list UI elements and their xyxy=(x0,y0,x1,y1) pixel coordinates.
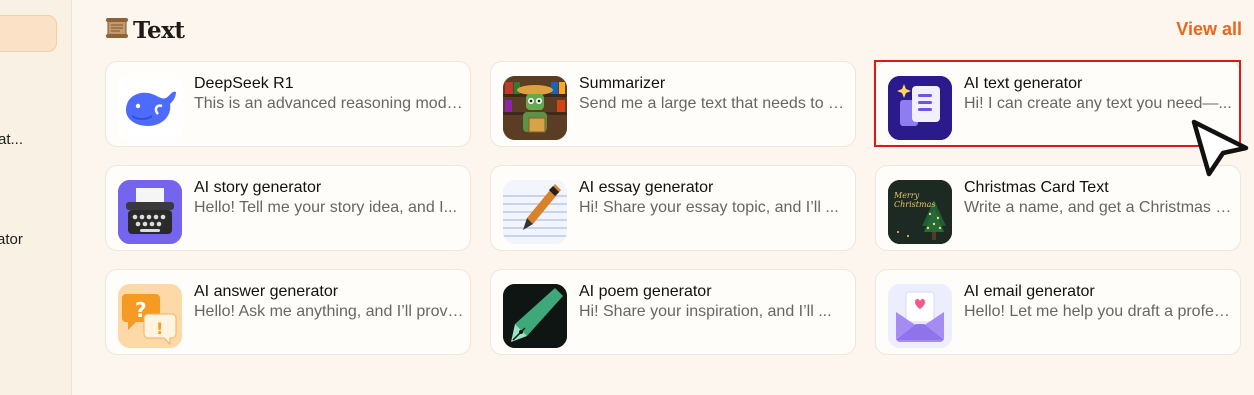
sidebar-item-label[interactable]: at... xyxy=(0,131,23,148)
card-description: Hello! Tell me your story idea, and I... xyxy=(194,199,457,216)
document-sparkle-icon xyxy=(888,76,952,140)
fountain-pen-icon xyxy=(503,284,567,348)
sidebar: at... ator xyxy=(0,0,72,395)
card-description: Hello! Ask me anything, and I’ll provide… xyxy=(194,303,464,320)
christmas-card-thumb-text: Christmas xyxy=(894,200,935,209)
card-title: Christmas Card Text xyxy=(964,179,1109,196)
card-title: AI story generator xyxy=(194,179,322,196)
card-title: AI poem generator xyxy=(579,283,712,300)
christmas-card-icon: Merry Christmas xyxy=(888,180,952,244)
card-title: Summarizer xyxy=(579,75,666,92)
card-description: Hi! Share your essay topic, and I’ll ... xyxy=(579,199,839,216)
sidebar-item-active[interactable] xyxy=(0,15,57,52)
christmas-card-thumb-text: Merry xyxy=(893,191,920,200)
pen-paper-icon xyxy=(503,180,567,244)
view-all-link[interactable]: View all xyxy=(1176,19,1242,40)
card-title: AI email generator xyxy=(964,283,1095,300)
card-title: AI essay generator xyxy=(579,179,714,196)
sidebar-item-label[interactable]: ator xyxy=(0,231,23,248)
scroll-icon xyxy=(105,17,129,44)
card-summarizer[interactable]: Summarizer Send me a large text that nee… xyxy=(490,61,856,147)
card-ai-story-generator[interactable]: AI story generator Hello! Tell me your s… xyxy=(105,165,471,251)
card-description: Hi! Share your inspiration, and I’ll ... xyxy=(579,303,832,320)
card-description: This is an advanced reasoning model... xyxy=(194,95,464,112)
robot-reading-icon xyxy=(503,76,567,140)
envelope-heart-icon xyxy=(888,284,952,348)
typewriter-icon xyxy=(118,180,182,244)
question-bubbles-icon: ? ! xyxy=(118,284,182,348)
card-deepseek-r1[interactable]: DeepSeek R1 This is an advanced reasonin… xyxy=(105,61,471,147)
card-description: Hello! Let me help you draft a professio… xyxy=(964,303,1234,320)
section-title: Text xyxy=(133,16,185,44)
section-header: Text xyxy=(105,15,185,45)
card-ai-poem-generator[interactable]: AI poem generator Hi! Share your inspira… xyxy=(490,269,856,355)
card-description: Write a name, and get a Christmas card t… xyxy=(964,199,1234,216)
deepseek-whale-icon xyxy=(118,76,182,140)
card-ai-essay-generator[interactable]: AI essay generator Hi! Share your essay … xyxy=(490,165,856,251)
card-ai-email-generator[interactable]: AI email generator Hello! Let me help yo… xyxy=(875,269,1241,355)
card-ai-text-generator[interactable]: AI text generator Hi! I can create any t… xyxy=(875,61,1241,147)
card-title: DeepSeek R1 xyxy=(194,75,294,92)
card-ai-answer-generator[interactable]: ? ! AI answer generator Hello! Ask me an… xyxy=(105,269,471,355)
card-title: AI answer generator xyxy=(194,283,339,300)
card-title: AI text generator xyxy=(964,75,1083,92)
card-description: Send me a large text that needs to be su… xyxy=(579,95,849,112)
card-description: Hi! I can create any text you need—... xyxy=(964,95,1232,112)
card-christmas-card-text[interactable]: Merry Christmas Christmas Card Text Writ… xyxy=(875,165,1241,251)
svg-text:!: ! xyxy=(156,319,163,338)
